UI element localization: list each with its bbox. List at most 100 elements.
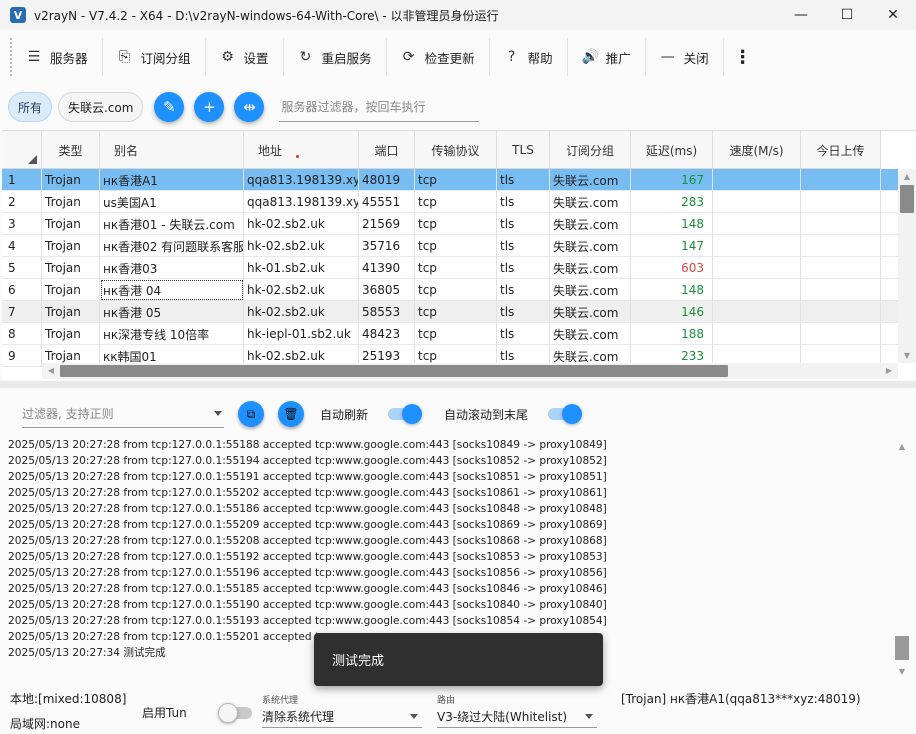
cell-alias: нк香港01 - 失联云.com xyxy=(100,213,244,235)
server-icon: ☰ xyxy=(27,49,41,65)
cell-address: hk-iepl-01.sb2.uk xyxy=(244,323,359,345)
auto-scroll-toggle[interactable] xyxy=(548,404,583,424)
clear-log-button[interactable]: 🗑 xyxy=(278,401,304,427)
cell-port: 21569 xyxy=(359,213,415,235)
log-scroll-thumb[interactable] xyxy=(895,636,909,660)
table-row[interactable]: 1 Trojan нк香港A1 qqa813.198139.xyz 48019 tcp tl… xyxy=(2,169,898,191)
system-proxy-select[interactable]: 清除系统代理 xyxy=(262,706,422,728)
col-alias[interactable]: 别名 xyxy=(100,131,244,169)
auto-refresh-toggle[interactable] xyxy=(388,404,423,424)
col-port[interactable]: 端口 xyxy=(359,131,415,169)
table-row[interactable]: 7 Trojan нк香港 05 hk-02.sb2.uk 58553 tcp tls 失联云… xyxy=(2,301,898,323)
cell-delay: 167 xyxy=(631,169,713,191)
copy-log-button[interactable]: ⧉ xyxy=(238,401,264,427)
check-update-label: 检查更新 xyxy=(424,50,475,66)
log-scroll-up-icon[interactable]: ▲ xyxy=(893,442,911,451)
cell-type: Trojan xyxy=(42,169,100,191)
log-filter-input[interactable]: 过滤器, 支持正则 xyxy=(22,400,224,428)
cell-tls: tls xyxy=(497,323,550,345)
table-row[interactable]: 2 Trojan us美国A1 qqa813.198139.xyz 45551 tcp tl… xyxy=(2,191,898,213)
log-line: 2025/05/13 20:27:28 from tcp:127.0.0.1:5… xyxy=(8,583,607,595)
cell-speed xyxy=(713,323,801,345)
cell-type: Trojan xyxy=(42,213,100,235)
chip-all[interactable]: 所有 xyxy=(8,92,53,122)
cell-network: tcp xyxy=(415,213,497,235)
scroll-left-icon[interactable]: ◀ xyxy=(42,366,60,375)
cell-port: 58553 xyxy=(359,301,415,323)
restart-service-button[interactable]: ↻ 重启服务 xyxy=(284,38,387,76)
col-type[interactable]: 类型 xyxy=(42,131,100,169)
help-menu-button[interactable]: ? 帮助 xyxy=(490,38,568,76)
log-scroll-down-icon[interactable]: ▼ xyxy=(893,667,911,676)
cell-port: 36805 xyxy=(359,279,415,301)
row-number: 2 xyxy=(2,191,42,213)
table-row[interactable]: 6 Trojan нк香港 04 hk-02.sb2.uk 36805 tcp tls 失联云… xyxy=(2,279,898,301)
table-row[interactable]: 5 Trojan нк香港03 hk-01.sb2.uk 41390 tcp tls 失联云.… xyxy=(2,257,898,279)
col-address[interactable]: 地址 xyxy=(244,131,359,169)
cell-type: Trojan xyxy=(42,191,100,213)
promotion-button[interactable]: 🔊 推广 xyxy=(568,38,646,76)
cell-tls: tls xyxy=(497,301,550,323)
cell-delay: 148 xyxy=(631,213,713,235)
cell-today-upload xyxy=(801,301,881,323)
lan-status: 局域网:none xyxy=(10,717,80,731)
col-network[interactable]: 传输协议 xyxy=(415,131,497,169)
close-window-button[interactable]: ✕ xyxy=(870,0,916,30)
settings-menu-button[interactable]: ⚙ 设置 xyxy=(206,38,284,76)
subscription-menu-button[interactable]: ⎘ 订阅分组 xyxy=(103,38,206,76)
window-title: v2rayN - V7.4.2 - X64 - D:\v2rayN-window… xyxy=(34,8,499,23)
cell-subscription: 失联云.com xyxy=(550,257,631,279)
cell-address: hk-02.sb2.uk xyxy=(244,301,359,323)
maximize-button[interactable]: ☐ xyxy=(824,0,870,30)
col-subscription[interactable]: 订阅分组 xyxy=(550,131,631,169)
check-update-button[interactable]: ⟳ 检查更新 xyxy=(387,38,490,76)
local-port-status: 本地:[mixed:10808] xyxy=(10,692,127,706)
update-icon: ⟳ xyxy=(402,49,415,65)
table-row[interactable]: 8 Trojan нк深港专线 10倍率 hk-iepl-01.sb2.uk 48423… xyxy=(2,323,898,345)
table-row[interactable]: 4 Trojan нк香港02 有问题联系客服 hk-02.sb2.uk 35716 tc… xyxy=(2,235,898,257)
scroll-right-icon[interactable]: ▶ xyxy=(880,366,898,375)
toggle-layout-button[interactable]: ⇹ xyxy=(234,92,265,122)
servers-menu-button[interactable]: ☰ 服务器 xyxy=(12,38,103,76)
edit-subscription-button[interactable]: ✎ xyxy=(154,92,185,122)
close-app-button[interactable]: — 关闭 xyxy=(646,38,724,76)
grid-horizontal-scrollbar[interactable]: ◀ ▶ xyxy=(42,363,898,379)
select-all-corner[interactable] xyxy=(2,131,42,169)
grid-horizontal-thumb[interactable] xyxy=(60,365,728,377)
grid-vertical-thumb[interactable] xyxy=(900,185,914,213)
tun-toggle[interactable] xyxy=(218,703,252,723)
server-filter-input[interactable]: 服务器过滤器，按回车执行 xyxy=(279,92,480,122)
cell-network: tcp xyxy=(415,235,497,257)
panel-splitter[interactable] xyxy=(0,381,916,388)
log-line: 2025/05/13 20:27:28 from tcp:127.0.0.1:5… xyxy=(8,471,607,483)
subscription-menu-label: 订阅分组 xyxy=(140,50,191,66)
routing-select[interactable]: V3-绕过大陆(Whitelist) xyxy=(437,706,597,728)
cell-address: hk-02.sb2.uk xyxy=(244,235,359,257)
scroll-up-icon[interactable]: ▲ xyxy=(898,172,916,181)
scroll-down-icon[interactable]: ▼ xyxy=(898,351,916,360)
grid-vertical-scrollbar[interactable]: ▲ ▼ xyxy=(898,169,916,363)
col-tls[interactable]: TLS xyxy=(497,131,550,169)
add-subscription-button[interactable]: + xyxy=(194,92,225,122)
chevron-down-icon[interactable] xyxy=(214,411,222,416)
trash-icon: 🗑 xyxy=(283,407,299,421)
cell-tls: tls xyxy=(497,279,550,301)
log-vertical-scrollbar[interactable]: ▲ ▼ xyxy=(894,440,910,678)
cell-alias: нк香港02 有问题联系客服 xyxy=(100,235,244,257)
chip-subscription[interactable]: 失联云.com xyxy=(58,92,144,122)
row-number: 6 xyxy=(2,279,42,301)
auto-scroll-label: 自动滚动到末尾 xyxy=(444,407,529,422)
minimize-button[interactable]: — xyxy=(778,0,824,30)
cell-subscription: 失联云.com xyxy=(550,213,631,235)
cell-type: Trojan xyxy=(42,279,100,301)
more-options-icon[interactable]: ⋮ xyxy=(724,38,762,76)
cell-address: qqa813.198139.xyz xyxy=(244,169,359,191)
col-delay[interactable]: 延迟(ms) xyxy=(631,131,713,169)
col-speed[interactable]: 速度(M/s) xyxy=(713,131,801,169)
cell-alias: нк香港 05 xyxy=(100,301,244,323)
col-today-upload[interactable]: 今日上传 xyxy=(801,131,881,169)
chevron-down-icon xyxy=(585,714,593,719)
cell-network: tcp xyxy=(415,257,497,279)
table-row[interactable]: 3 Trojan нк香港01 - 失联云.com hk-02.sb2.uk 21569… xyxy=(2,213,898,235)
cell-address: qqa813.198139.xyz xyxy=(244,191,359,213)
